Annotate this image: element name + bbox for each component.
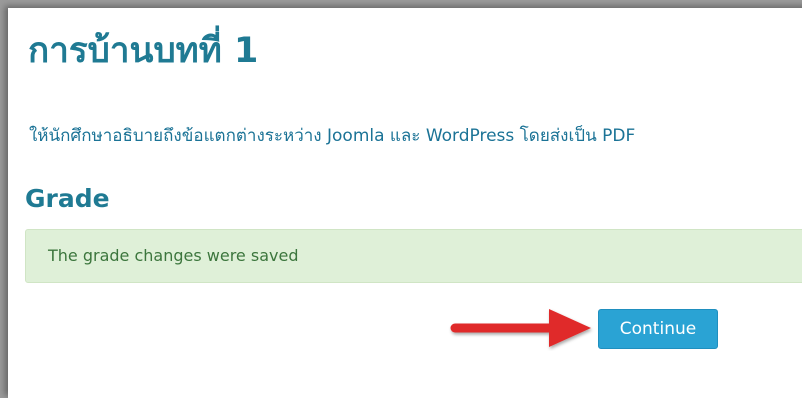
- success-alert: The grade changes were saved: [25, 229, 802, 283]
- continue-button[interactable]: Continue: [598, 309, 718, 349]
- grade-heading: Grade: [25, 184, 110, 213]
- alert-message: The grade changes were saved: [48, 246, 299, 265]
- red-arrow-icon: [450, 309, 591, 347]
- page-title: การบ้านบทที่ 1: [28, 31, 259, 71]
- assignment-description: ให้นักศึกษาอธิบายถึงข้อแตกต่างระหว่าง Jo…: [29, 126, 636, 146]
